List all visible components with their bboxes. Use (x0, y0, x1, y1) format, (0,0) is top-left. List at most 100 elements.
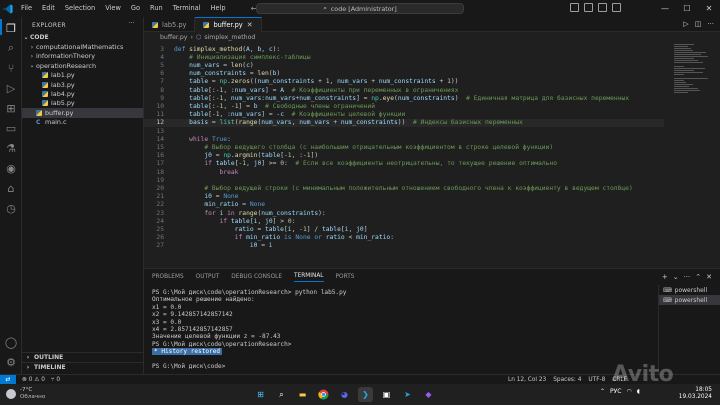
app-icon[interactable]: ◆ (421, 387, 436, 402)
timeline-section[interactable]: › TIMELINE (22, 362, 144, 372)
remote-explorer-icon[interactable]: ▭ (4, 121, 18, 135)
clock-icon[interactable]: ◷ (4, 201, 18, 215)
toggle-panel-icon[interactable] (584, 3, 593, 12)
close-window-icon[interactable]: ✕ (698, 0, 720, 17)
clock[interactable]: 18:05 19.03.2024 (679, 387, 712, 401)
search-icon[interactable]: ⌕ (274, 387, 289, 402)
code-line[interactable]: 18 break (144, 168, 664, 176)
docker-icon[interactable]: ⌂ (4, 181, 18, 195)
tab-output[interactable]: OUTPUT (196, 274, 220, 280)
explorer-icon[interactable]: ❐ (4, 21, 18, 35)
tree-folder[interactable]: › computationalMathematics (22, 42, 143, 51)
discord-icon[interactable]: ◕ (337, 387, 352, 402)
chrome-icon[interactable] (316, 387, 331, 402)
more-actions-icon[interactable]: ··· (128, 20, 135, 27)
code-line[interactable]: 15 # Выбор ведущего столбца (с наибольши… (144, 143, 664, 151)
terminal-instance[interactable]: ⌨ powershell (659, 285, 720, 295)
code-line[interactable]: 11 table[-1, :num_vars] = -c # Коэффицие… (144, 111, 664, 119)
tab-problems[interactable]: PROBLEMS (152, 274, 184, 280)
tree-file[interactable]: lab4.py (22, 89, 143, 98)
chevron-down-icon[interactable]: ⌄ (673, 273, 679, 281)
weather-widget[interactable]: -7°C Облачно (6, 387, 45, 400)
chevron-up-icon[interactable]: ⌃ (600, 388, 605, 395)
maximize-icon[interactable]: ☐ (676, 0, 698, 17)
windows-start-icon[interactable]: ⊞ (253, 387, 268, 402)
python-icon[interactable]: ◉ (4, 161, 18, 175)
menu-help[interactable]: Help (206, 0, 231, 17)
language-indicator[interactable]: РУС (610, 388, 621, 395)
menu-run[interactable]: Run (145, 0, 168, 17)
encoding[interactable]: UTF-8 (588, 377, 605, 383)
tree-file[interactable]: lab1.py (22, 71, 143, 80)
volume-icon[interactable]: ◖ (637, 388, 640, 395)
tree-file[interactable]: C main.c (22, 118, 143, 127)
indentation[interactable]: Spaces: 4 (553, 377, 581, 383)
breadcrumb-file[interactable]: buffer.py (160, 34, 187, 41)
more-actions-icon[interactable]: ··· (684, 273, 691, 281)
menu-terminal[interactable]: Terminal (168, 0, 206, 17)
code-line[interactable]: 8 table[:-1, :num_vars] = A # Коэффициен… (144, 86, 664, 94)
code-line[interactable]: 3 def simplex_method(A, b, c): (144, 45, 664, 53)
testing-icon[interactable]: ⚗ (4, 141, 18, 155)
code-line[interactable]: 6 num_constraints = len(b) (144, 70, 664, 78)
terminal-output[interactable]: PS G:\Мой диск\code\operationResearch> p… (152, 289, 652, 370)
tab-lab5[interactable]: lab5.py (144, 17, 196, 32)
tab-ports[interactable]: PORTS (336, 274, 355, 280)
tree-folder[interactable]: ⌄ operationResearch (22, 61, 143, 70)
code-line[interactable]: 20 # Выбор ведущей строки (с минимальным… (144, 184, 664, 192)
tab-buffer[interactable]: buffer.py ✕ (195, 17, 262, 32)
telegram-icon[interactable]: ➤ (400, 387, 415, 402)
maximize-panel-icon[interactable]: ⌃ (695, 273, 701, 281)
vscode-taskbar-icon[interactable]: ❯ (358, 387, 373, 402)
tab-debug-console[interactable]: DEBUG CONSOLE (231, 274, 282, 280)
code-line[interactable]: 23 for i in range(num_constraints): (144, 209, 664, 217)
menu-go[interactable]: Go (126, 0, 145, 17)
code-line[interactable]: 4 # Инициализация симплекс-таблицы (144, 53, 664, 61)
code-line[interactable]: 17 if table[-1, j0] >= 0: # Если все коэ… (144, 160, 664, 168)
file-explorer-icon[interactable]: ▬ (295, 387, 310, 402)
toggle-sidebar-icon[interactable] (570, 3, 579, 12)
close-tab-icon[interactable]: ✕ (247, 21, 253, 29)
code-line[interactable]: 13 (144, 127, 664, 135)
new-terminal-icon[interactable]: + (662, 273, 668, 281)
extensions-icon[interactable]: ⊞ (4, 101, 18, 115)
tree-file-selected[interactable]: buffer.py (22, 108, 143, 118)
minimize-icon[interactable]: — (654, 0, 676, 17)
tree-file[interactable]: lab5.py (22, 99, 143, 108)
run-debug-icon[interactable]: ▷ (4, 81, 18, 95)
close-panel-icon[interactable]: ✕ (706, 273, 712, 281)
split-editor-icon[interactable]: ◫ (695, 20, 702, 28)
workspace-root[interactable]: ⌄ CODE (22, 33, 143, 42)
menu-file[interactable]: File (16, 0, 37, 17)
code-line[interactable]: 12 basis = list(range(num_vars, num_vars… (144, 118, 664, 127)
code-line[interactable]: 21 i0 = None (144, 193, 664, 201)
terminal-app-icon[interactable]: ▣ (379, 387, 394, 402)
code-line[interactable]: 24 if table[i, j0] > 0: (144, 217, 664, 225)
menu-view[interactable]: View (100, 0, 126, 17)
menu-edit[interactable]: Edit (37, 0, 60, 17)
command-center-search[interactable]: ⌕ code [Administrator] (256, 3, 464, 14)
cursor-position[interactable]: Ln 12, Col 23 (508, 377, 546, 383)
code-line[interactable]: 25 ratio = table[i, -1] / table[i, j0] (144, 225, 664, 233)
wifi-icon[interactable]: ◠ (627, 388, 632, 395)
code-editor[interactable]: 3 def simplex_method(A, b, c): 4 # Инициал… (144, 43, 720, 268)
errors-status[interactable]: ⊗ 0 ⚠ 0 (22, 377, 45, 383)
more-actions-icon[interactable]: ··· (707, 20, 714, 28)
toggle-secondary-sidebar-icon[interactable] (598, 3, 607, 12)
code-line[interactable]: 7 table = np.zeros((num_constraints + 1,… (144, 78, 664, 86)
code-line[interactable]: 22 min_ratio = None (144, 201, 664, 209)
code-line[interactable]: 16 j0 = np.argmin(table[-1, :-1]) (144, 152, 664, 160)
tree-file[interactable]: lab3.py (22, 80, 143, 89)
tab-terminal[interactable]: TERMINAL (294, 273, 324, 282)
terminal-instance[interactable]: ⌨ powershell (659, 295, 720, 305)
account-icon[interactable]: ◯ (4, 335, 18, 349)
code-line[interactable]: 9 table[:-1, num_vars:num_vars+num_const… (144, 94, 664, 102)
customize-layout-icon[interactable] (612, 3, 621, 12)
tree-folder[interactable]: › informationTheory (22, 52, 143, 61)
minimap[interactable] (674, 43, 708, 123)
run-file-icon[interactable]: ▷ (683, 20, 688, 28)
code-line[interactable]: 27 i0 = i (144, 242, 664, 250)
source-control-icon[interactable]: ⑂ (4, 61, 18, 75)
menu-selection[interactable]: Selection (60, 0, 100, 17)
breadcrumb-symbol[interactable]: simplex_method (204, 34, 255, 41)
